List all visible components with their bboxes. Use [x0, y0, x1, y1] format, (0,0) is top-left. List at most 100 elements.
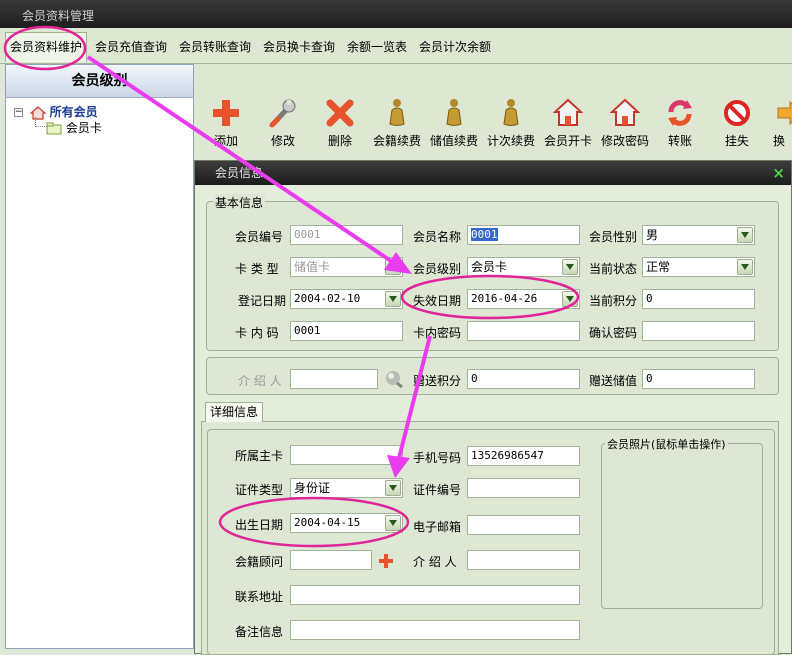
edit-button[interactable]: 修改	[255, 98, 311, 150]
folder-icon	[46, 122, 62, 135]
basic-info-label: 基本信息	[213, 194, 266, 211]
referrer-field[interactable]	[290, 369, 378, 389]
reg-date-label: 登记日期	[238, 294, 287, 308]
referrer2-field[interactable]	[467, 550, 580, 570]
membership-renew-button[interactable]: 会籍续费	[369, 98, 425, 150]
card-code-field[interactable]: 0001	[290, 321, 403, 341]
chevron-down-icon[interactable]	[737, 227, 753, 243]
chevron-down-icon[interactable]	[385, 259, 401, 275]
chevron-down-icon[interactable]	[385, 480, 401, 496]
open-card-button[interactable]: 会员开卡	[540, 98, 596, 150]
points-label: 当前积分	[589, 294, 638, 308]
chevron-down-icon[interactable]	[385, 291, 401, 307]
house-icon	[610, 98, 640, 126]
chevron-down-icon[interactable]	[562, 259, 578, 275]
tab-transfer-query[interactable]: 会员转账查询	[175, 34, 255, 60]
tab-recharge-query[interactable]: 会员充值查询	[91, 34, 171, 60]
id-type-select[interactable]: 身份证	[290, 478, 403, 498]
tree-collapse-icon[interactable]: −	[14, 108, 23, 117]
card-type-select[interactable]: 储值卡	[290, 257, 403, 277]
reg-date-picker[interactable]: 2004-02-10	[290, 289, 403, 309]
card-type-value: 储值卡	[294, 260, 331, 274]
search-icon[interactable]	[383, 369, 405, 389]
member-level-panel: 会员级别 − 所有会员 会员卡	[5, 64, 194, 649]
add-button[interactable]: 添加	[198, 98, 254, 150]
address-field[interactable]	[290, 585, 580, 605]
status-select[interactable]: 正常	[642, 257, 755, 277]
photo-group[interactable]: 会员照片(鼠标单击操作)	[601, 436, 763, 609]
wrench-icon	[269, 99, 296, 128]
bonus-balance-field[interactable]: 0	[642, 369, 755, 389]
status-label: 当前状态	[589, 262, 638, 276]
add-icon	[213, 100, 239, 126]
tab-card-change-query[interactable]: 会员换卡查询	[259, 34, 339, 60]
points-field[interactable]: 0	[642, 289, 755, 309]
tree-label-all-members: 所有会员	[49, 105, 98, 119]
report-loss-button[interactable]: 挂失	[709, 98, 765, 150]
stored-value-renew-button[interactable]: 储值续费	[426, 98, 482, 150]
birth-date-value: 2004-04-15	[294, 516, 361, 529]
card-pwd-field[interactable]	[467, 321, 580, 341]
tab-count-balance[interactable]: 会员计次余额	[415, 34, 495, 60]
delete-button[interactable]: 删除	[312, 98, 368, 150]
level-select[interactable]: 会员卡	[467, 257, 580, 277]
tree-node-all-members[interactable]: − 所有会员	[14, 103, 98, 120]
referrer2-label: 介 绍 人	[413, 555, 457, 569]
referrer-label: 介 绍 人	[238, 374, 282, 388]
status-value: 正常	[646, 260, 671, 274]
change-card-button[interactable]: 换	[766, 98, 792, 150]
close-icon[interactable]: ×	[772, 164, 785, 182]
figure-icon	[503, 99, 519, 126]
phone-field[interactable]: 13526986547	[467, 446, 580, 466]
advisor-label: 会籍顾问	[235, 555, 284, 569]
tab-detail-info[interactable]: 详细信息	[205, 402, 264, 422]
confirm-pwd-field[interactable]	[642, 321, 755, 341]
email-label: 电子邮箱	[413, 520, 462, 534]
birth-date-picker[interactable]: 2004-04-15	[290, 513, 403, 533]
address-label: 联系地址	[235, 590, 284, 604]
tab-balance-list[interactable]: 余额一览表	[343, 34, 411, 60]
arrow-icon	[777, 100, 792, 126]
bonus-points-field[interactable]: 0	[467, 369, 580, 389]
remark-label: 备注信息	[235, 625, 284, 639]
id-no-field[interactable]	[467, 478, 580, 498]
figure-icon	[446, 99, 462, 126]
chevron-down-icon[interactable]	[385, 515, 401, 531]
chevron-down-icon[interactable]	[737, 259, 753, 275]
add-label: 添加	[213, 134, 238, 148]
member-level-header: 会员级别	[6, 65, 193, 98]
main-card-field[interactable]	[290, 445, 403, 465]
edit-label: 修改	[270, 134, 295, 148]
chevron-down-icon[interactable]	[562, 291, 578, 307]
confirm-pwd-label: 确认密码	[589, 326, 638, 340]
delete-icon	[326, 99, 354, 127]
remark-field[interactable]	[290, 620, 580, 640]
member-name-value: 0001	[471, 228, 498, 241]
tree-label-member-card: 会员卡	[65, 121, 102, 135]
member-no-label: 会员编号	[235, 230, 284, 244]
tab-bar: 会员资料维护 会员充值查询 会员转账查询 会员换卡查询 余额一览表 会员计次余额	[0, 28, 792, 64]
id-no-label: 证件编号	[413, 483, 462, 497]
expiry-date-value: 2016-04-26	[471, 292, 538, 305]
photo-group-label: 会员照片(鼠标单击操作)	[605, 436, 728, 452]
member-name-field[interactable]: 0001	[467, 225, 580, 245]
expiry-date-picker[interactable]: 2016-04-26	[467, 289, 580, 309]
open-card-label: 会员开卡	[543, 134, 592, 148]
member-name-label: 会员名称	[413, 230, 462, 244]
gender-select[interactable]: 男	[642, 225, 755, 245]
level-value: 会员卡	[471, 260, 508, 274]
tree-node-member-card[interactable]: 会员卡	[46, 119, 102, 136]
email-field[interactable]	[467, 515, 580, 535]
change-password-button[interactable]: 修改密码	[597, 98, 653, 150]
add-icon[interactable]	[378, 553, 394, 569]
level-label: 会员级别	[413, 262, 462, 276]
dialog-title: 会员信息	[195, 161, 791, 185]
count-renew-button[interactable]: 计次续费	[483, 98, 539, 150]
member-no-field[interactable]: 0001	[290, 225, 403, 245]
gender-label: 会员性别	[589, 230, 638, 244]
count-renew-label: 计次续费	[486, 134, 535, 148]
advisor-field[interactable]	[290, 550, 372, 570]
transfer-button[interactable]: 转账	[652, 98, 708, 150]
expiry-label: 失效日期	[413, 294, 462, 308]
tab-member-maintenance[interactable]: 会员资料维护	[5, 32, 88, 62]
